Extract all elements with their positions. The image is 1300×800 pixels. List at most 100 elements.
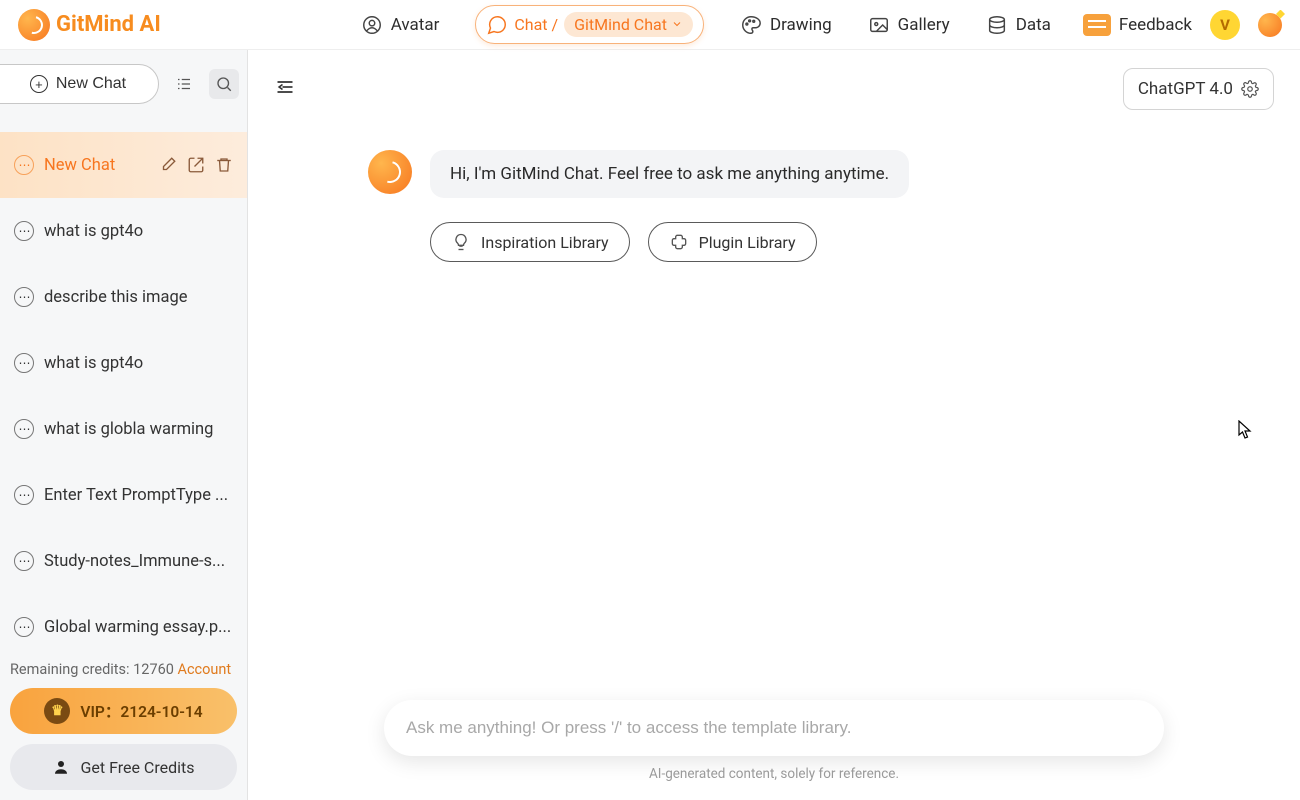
conversation-area: Hi, I'm GitMind Chat. Feel free to ask m…	[248, 110, 1300, 262]
chat-row-active[interactable]: New Chat	[0, 132, 247, 198]
chat-row-label: describe this image	[44, 288, 233, 307]
prompt-input-wrapper[interactable]	[384, 700, 1164, 756]
feedback-button[interactable]: Feedback	[1083, 14, 1192, 36]
chat-row-label: what is globla warming	[44, 420, 233, 439]
chat-history-list: New Chat what is gpt4o describe this ima…	[0, 114, 247, 649]
chat-dots-icon	[14, 287, 34, 307]
palette-icon	[740, 14, 762, 36]
nav-avatar-label: Avatar	[391, 15, 440, 35]
credits-text: Remaining credits: 12760 Account	[10, 657, 237, 688]
chat-row-label: what is gpt4o	[44, 354, 233, 373]
chat-row[interactable]: what is globla warming	[0, 396, 247, 462]
disclaimer-text: AI-generated content, solely for referen…	[649, 766, 899, 782]
avatar-icon	[361, 14, 383, 36]
greeting-text: Hi, I'm GitMind Chat. Feel free to ask m…	[450, 164, 889, 184]
feedback-label: Feedback	[1119, 15, 1192, 35]
nav-gallery-label: Gallery	[898, 15, 950, 35]
chat-row-label: Study-notes_Immune-s...	[44, 552, 233, 571]
person-icon	[52, 758, 70, 776]
chat-row-label: New Chat	[44, 156, 149, 175]
share-icon[interactable]	[187, 156, 205, 174]
chat-dots-icon	[14, 485, 34, 505]
collapse-sidebar-button[interactable]	[274, 77, 296, 101]
chat-row-label: Enter Text PromptType ...	[44, 486, 233, 505]
nav-chat-sub-label: GitMind Chat	[574, 15, 667, 34]
chat-dots-icon	[14, 551, 34, 571]
chat-icon	[486, 14, 508, 36]
chat-row[interactable]: Study-notes_Immune-s...	[0, 528, 247, 594]
model-selector[interactable]: ChatGPT 4.0	[1123, 68, 1274, 110]
get-free-credits-button[interactable]: Get Free Credits	[10, 744, 237, 790]
account-link[interactable]: Account	[178, 661, 232, 678]
chevron-down-icon	[671, 15, 683, 34]
logo-swirl-icon	[18, 9, 50, 41]
plugin-label: Plugin Library	[699, 233, 796, 252]
sidebar-footer: Remaining credits: 12760 Account ♛ VIP：2…	[0, 649, 247, 800]
chat-row[interactable]: Global warming essay.p...	[0, 594, 247, 649]
chat-dots-icon	[14, 419, 34, 439]
chat-row-label: what is gpt4o	[44, 222, 233, 241]
trash-icon[interactable]	[215, 156, 233, 174]
chat-row-label: Global warming essay.p...	[44, 618, 233, 637]
feedback-icon	[1083, 14, 1111, 36]
main-panel: ChatGPT 4.0 Hi, I'm GitMind Chat. Feel f…	[248, 50, 1300, 800]
chat-row[interactable]: Enter Text PromptType ...	[0, 462, 247, 528]
assistant-avatar-icon	[368, 150, 412, 194]
crown-icon: ♛	[44, 698, 70, 724]
credits-value: 12760	[133, 661, 174, 678]
nav-gallery[interactable]: Gallery	[868, 14, 950, 36]
assistant-launcher-icon[interactable]	[1258, 13, 1282, 37]
new-chat-button[interactable]: + New Chat	[0, 64, 159, 104]
new-chat-label: New Chat	[56, 75, 126, 93]
library-chip-row: Inspiration Library Plugin Library	[430, 222, 1300, 262]
model-label: ChatGPT 4.0	[1138, 79, 1233, 99]
chat-dots-icon	[14, 617, 34, 637]
chat-row[interactable]: what is gpt4o	[0, 330, 247, 396]
credits-label: Remaining credits:	[10, 661, 133, 678]
sidebar: + New Chat New Chat what is gpt4o d	[0, 50, 248, 800]
database-icon	[986, 14, 1008, 36]
input-area: AI-generated content, solely for referen…	[248, 700, 1300, 782]
nav-drawing[interactable]: Drawing	[740, 14, 832, 36]
nav-avatar[interactable]: Avatar	[361, 14, 440, 36]
brand-logo[interactable]: GitMind AI	[18, 9, 161, 41]
brand-name: GitMind AI	[56, 12, 161, 37]
chat-dots-icon	[14, 221, 34, 241]
nav-data[interactable]: Data	[986, 14, 1051, 36]
chat-row[interactable]: describe this image	[0, 264, 247, 330]
nav-drawing-label: Drawing	[770, 15, 832, 35]
list-view-button[interactable]	[169, 69, 199, 99]
lightbulb-icon	[451, 232, 471, 252]
inspiration-label: Inspiration Library	[481, 233, 609, 252]
header-right: Feedback V	[1083, 10, 1282, 40]
main-top-bar: ChatGPT 4.0	[248, 50, 1300, 110]
prompt-input[interactable]	[406, 718, 1142, 738]
assistant-message-bubble: Hi, I'm GitMind Chat. Feel free to ask m…	[430, 150, 909, 198]
plugin-library-button[interactable]: Plugin Library	[648, 222, 817, 262]
nav-chat-prefix: Chat /	[514, 15, 558, 34]
search-button[interactable]	[209, 69, 239, 99]
nav-data-label: Data	[1016, 15, 1051, 35]
chat-row[interactable]: what is gpt4o	[0, 198, 247, 264]
user-avatar[interactable]: V	[1210, 10, 1240, 40]
vip-label: VIP：2124-10-14	[80, 700, 202, 722]
gear-icon	[1241, 80, 1259, 98]
mouse-cursor-icon	[1238, 420, 1252, 440]
chat-dots-icon	[14, 155, 34, 175]
inspiration-library-button[interactable]: Inspiration Library	[430, 222, 630, 262]
puzzle-icon	[669, 232, 689, 252]
image-icon	[868, 14, 890, 36]
top-nav: Avatar Chat / GitMind Chat Drawing	[361, 5, 1051, 44]
plus-circle-icon: +	[30, 75, 48, 93]
sidebar-top: + New Chat	[0, 50, 247, 114]
chat-row-actions	[159, 156, 233, 174]
assistant-message-row: Hi, I'm GitMind Chat. Feel free to ask m…	[368, 150, 1300, 198]
nav-chat-pill[interactable]: Chat / GitMind Chat	[475, 5, 704, 44]
nav-chat-sub-pill[interactable]: GitMind Chat	[564, 12, 693, 37]
vip-button[interactable]: ♛ VIP：2124-10-14	[10, 688, 237, 734]
user-initial: V	[1220, 16, 1230, 34]
chat-dots-icon	[14, 353, 34, 373]
free-credits-label: Get Free Credits	[80, 758, 194, 777]
app-header: GitMind AI Avatar Chat / GitMind Chat	[0, 0, 1300, 50]
edit-icon[interactable]	[159, 156, 177, 174]
